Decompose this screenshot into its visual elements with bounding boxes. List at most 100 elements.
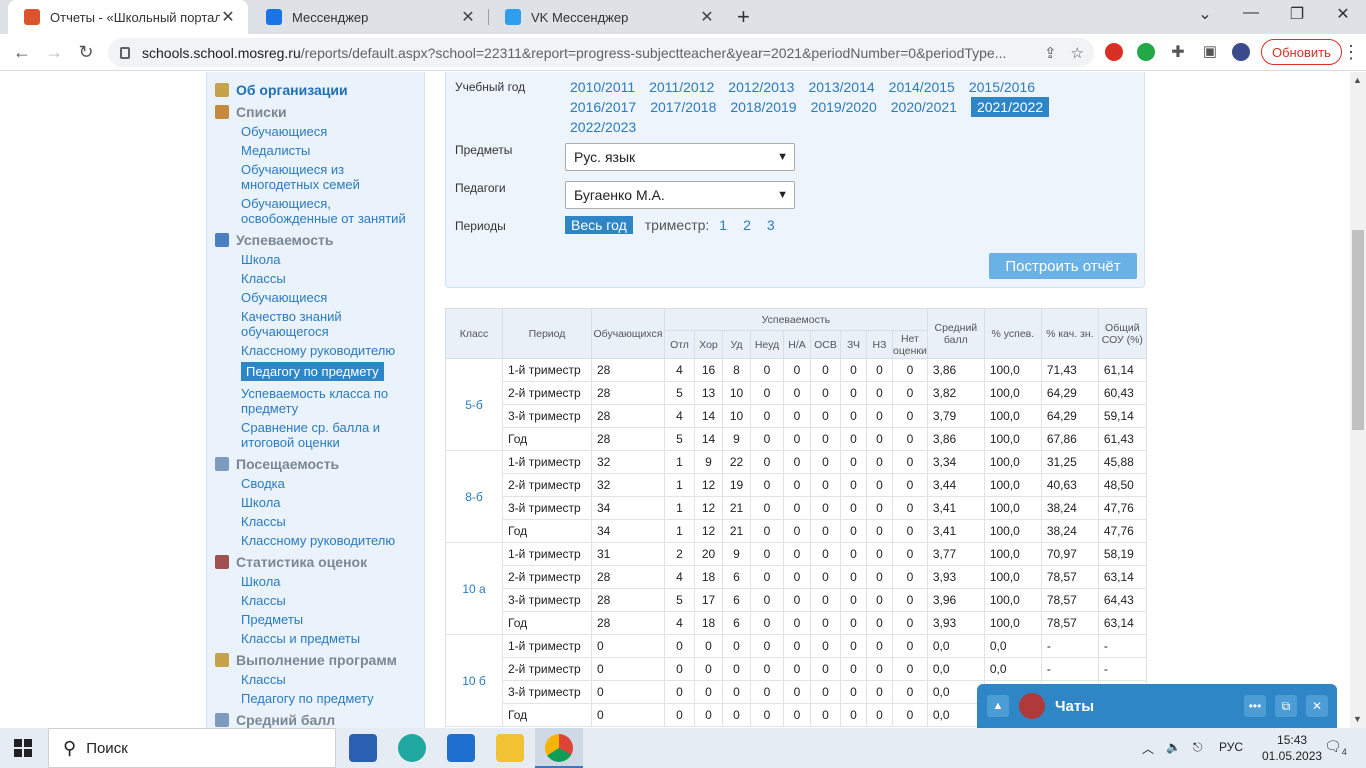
- class-link[interactable]: 8-б: [445, 450, 503, 543]
- tab-messenger[interactable]: Мессенджер ✕: [250, 0, 488, 34]
- year-link[interactable]: 2020/2021: [891, 97, 957, 117]
- sidebar-link[interactable]: Классы и предметы: [241, 629, 424, 648]
- restore-icon[interactable]: ❐: [1287, 4, 1307, 24]
- back-icon[interactable]: ←: [11, 42, 33, 63]
- tab-search-chevron-icon[interactable]: ⌄: [1195, 4, 1215, 24]
- bookmark-star-icon[interactable]: ☆: [1071, 44, 1084, 62]
- network-icon[interactable]: ⎋: [1193, 740, 1203, 755]
- new-tab-icon[interactable]: +: [737, 4, 750, 30]
- sidebar-link[interactable]: Педагогу по предмету: [241, 362, 384, 381]
- adblock-extension-icon[interactable]: [1105, 43, 1123, 61]
- sidebar-link[interactable]: Классы: [241, 512, 424, 531]
- table-cell: 0: [694, 703, 723, 727]
- class-link[interactable]: 10 а: [445, 542, 503, 635]
- address-bar[interactable]: schools.school.mosreg.ru/reports/default…: [108, 38, 1094, 67]
- tab-title: VK Мессенджер: [531, 9, 629, 25]
- periods-label: Периоды: [455, 219, 506, 233]
- volume-icon[interactable]: 🔈: [1166, 740, 1181, 754]
- close-tab-icon[interactable]: ✕: [460, 7, 476, 27]
- scroll-up-icon[interactable]: ▲: [1353, 75, 1362, 85]
- year-link[interactable]: 2022/2023: [570, 117, 636, 137]
- file-explorer-icon[interactable]: [496, 734, 524, 762]
- reload-icon[interactable]: ↻: [75, 42, 97, 63]
- year-link[interactable]: 2019/2020: [811, 97, 877, 117]
- class-link[interactable]: 10 б: [445, 634, 503, 727]
- chevron-up-icon[interactable]: ▲: [987, 695, 1009, 717]
- teacher-select[interactable]: Бугаенко М.А. ▼: [565, 181, 795, 209]
- sidebar-link[interactable]: Обучающиеся из многодетных семей: [241, 160, 424, 194]
- notifications-icon[interactable]: 🗨4: [1324, 738, 1347, 757]
- sidebar-link[interactable]: Качество знаний обучающегося: [241, 307, 424, 341]
- windows-start-icon[interactable]: [14, 739, 32, 757]
- sidebar-link[interactable]: Школа: [241, 250, 424, 269]
- year-link[interactable]: 2010/2011: [570, 77, 635, 97]
- sidebar-link[interactable]: Успеваемость класса по предмету: [241, 384, 424, 418]
- close-window-icon[interactable]: ✕: [1333, 4, 1353, 24]
- side-panel-icon[interactable]: ▣: [1199, 42, 1221, 60]
- sidebar-link[interactable]: Классному руководителю: [241, 341, 424, 360]
- check-extension-icon[interactable]: [1137, 43, 1155, 61]
- browser-menu-icon[interactable]: ⋮: [1342, 42, 1360, 63]
- sidebar-link[interactable]: Обучающиеся: [241, 122, 424, 141]
- close-tab-icon[interactable]: ✕: [220, 7, 236, 27]
- scroll-down-icon[interactable]: ▼: [1353, 714, 1362, 724]
- sidebar-link[interactable]: Сравнение ср. балла и итоговой оценки: [241, 418, 424, 452]
- extensions-puzzle-icon[interactable]: ✚: [1167, 42, 1189, 62]
- year-link[interactable]: 2015/2016: [969, 77, 1035, 97]
- sidebar-link[interactable]: Сводка: [241, 474, 424, 493]
- open-external-icon[interactable]: ⧉: [1275, 695, 1297, 717]
- clock[interactable]: 15:43 01.05.2023: [1262, 732, 1322, 764]
- share-icon[interactable]: ⇪: [1044, 44, 1057, 62]
- taskbar-search[interactable]: ⚲ Поиск: [48, 728, 336, 768]
- mail-app-icon[interactable]: [447, 734, 475, 762]
- edge-browser-icon[interactable]: [398, 734, 426, 762]
- year-link[interactable]: 2021/2022: [970, 97, 1050, 117]
- sidebar-section-header: Списки: [215, 102, 424, 122]
- sidebar-section-header[interactable]: Об организации: [215, 80, 424, 100]
- sidebar-link[interactable]: Школа: [241, 572, 424, 591]
- update-button[interactable]: Обновить: [1261, 39, 1342, 65]
- chat-widget[interactable]: ▲ Чаты ••• ⧉ ✕: [977, 684, 1337, 728]
- trimester-2-link[interactable]: 2: [743, 217, 751, 233]
- year-link[interactable]: 2012/2013: [728, 77, 794, 97]
- year-link[interactable]: 2013/2014: [808, 77, 874, 97]
- year-link[interactable]: 2011/2012: [649, 77, 714, 97]
- table-cell: 0: [810, 565, 841, 589]
- sidebar-link[interactable]: Классы: [241, 269, 424, 288]
- year-link[interactable]: 2017/2018: [650, 97, 716, 117]
- trimester-3-link[interactable]: 3: [767, 217, 775, 233]
- language-indicator[interactable]: РУС: [1219, 740, 1243, 754]
- tray-chevron-up-icon[interactable]: ︿: [1142, 740, 1154, 757]
- tab-vk-messenger[interactable]: VK Мессенджер ✕: [489, 0, 727, 34]
- close-chat-icon[interactable]: ✕: [1306, 695, 1328, 717]
- scrollbar-thumb[interactable]: [1352, 230, 1364, 430]
- tab-reports[interactable]: Отчеты - «Школьный портал» ✕: [8, 0, 248, 34]
- profile-avatar[interactable]: [1232, 43, 1250, 61]
- period-all-year[interactable]: Весь год: [565, 216, 633, 234]
- forward-icon[interactable]: →: [43, 42, 65, 63]
- sidebar-link[interactable]: Обучающиеся: [241, 288, 424, 307]
- build-report-button[interactable]: Построить отчёт: [989, 253, 1137, 279]
- table-cell: 0: [664, 680, 695, 704]
- year-link[interactable]: 2014/2015: [889, 77, 955, 97]
- store-app-icon[interactable]: [349, 734, 377, 762]
- sidebar-link[interactable]: Школа: [241, 493, 424, 512]
- class-link[interactable]: 5-б: [445, 358, 503, 451]
- sidebar-link[interactable]: Предметы: [241, 610, 424, 629]
- more-options-icon[interactable]: •••: [1244, 695, 1266, 717]
- chrome-icon[interactable]: [545, 734, 573, 762]
- trimester-1-link[interactable]: 1: [719, 217, 727, 233]
- close-tab-icon[interactable]: ✕: [699, 7, 715, 27]
- sidebar-link[interactable]: Педагогу по предмету: [241, 689, 424, 708]
- sidebar-link[interactable]: Классному руководителю: [241, 531, 424, 550]
- subject-select[interactable]: Рус. язык ▼: [565, 143, 795, 171]
- year-link[interactable]: 2016/2017: [570, 97, 636, 117]
- sidebar-link[interactable]: Классы: [241, 591, 424, 610]
- sidebar-link[interactable]: Медалисты: [241, 141, 424, 160]
- page-scrollbar[interactable]: ▲ ▼: [1350, 72, 1366, 728]
- minimize-icon[interactable]: —: [1241, 4, 1261, 22]
- table-cell: Год: [502, 427, 592, 451]
- year-link[interactable]: 2018/2019: [730, 97, 796, 117]
- sidebar-link[interactable]: Обучающиеся, освобожденные от занятий: [241, 194, 424, 228]
- sidebar-link[interactable]: Классы: [241, 670, 424, 689]
